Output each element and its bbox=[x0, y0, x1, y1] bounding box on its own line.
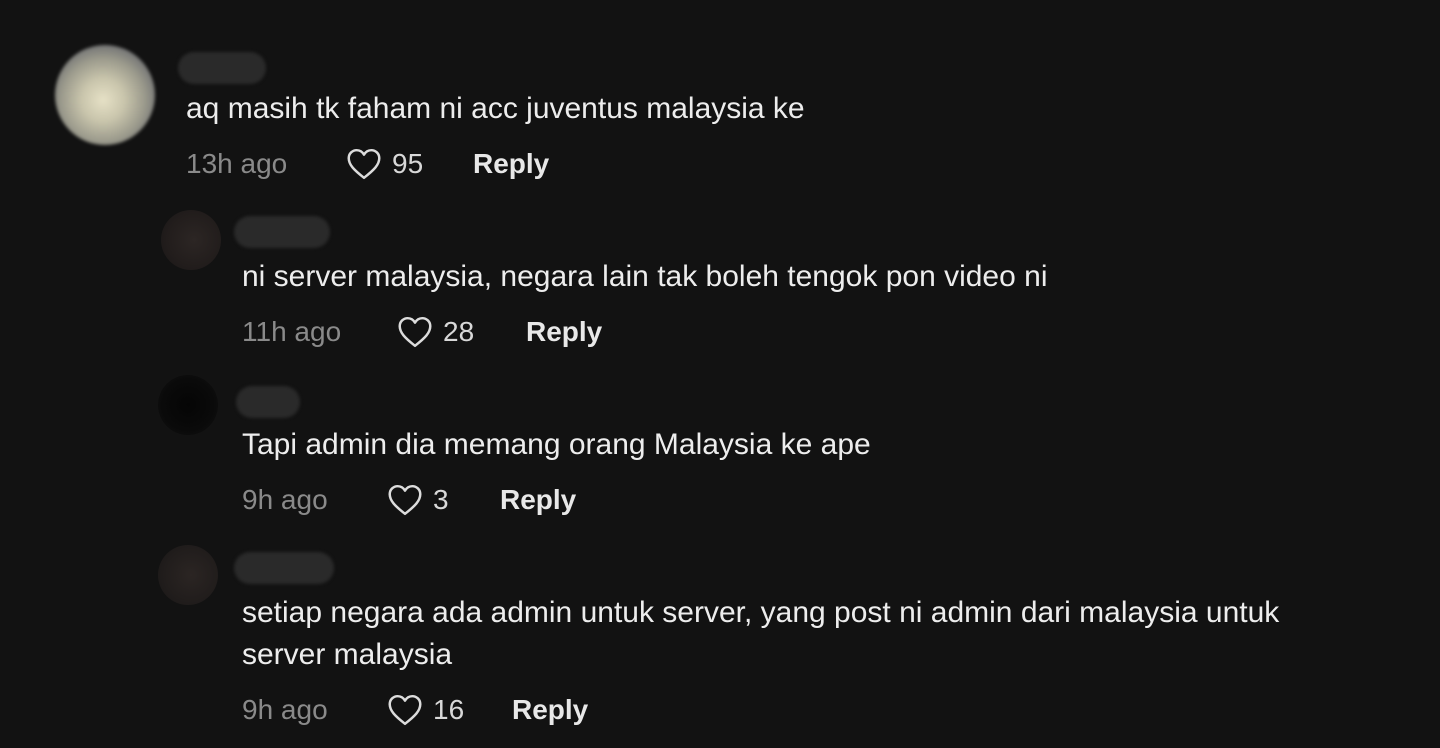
username-blurred[interactable] bbox=[234, 552, 334, 584]
comment-text: aq masih tk faham ni acc juventus malays… bbox=[186, 92, 805, 125]
comment-time: 9h ago bbox=[242, 484, 328, 515]
comment-text: ni server malaysia, negara lain tak bole… bbox=[242, 260, 1048, 293]
like-button[interactable]: 3 bbox=[387, 480, 449, 520]
avatar[interactable] bbox=[158, 545, 218, 605]
reply-button[interactable]: Reply bbox=[500, 480, 576, 520]
like-count: 28 bbox=[443, 316, 475, 347]
username-blurred[interactable] bbox=[178, 52, 266, 84]
comment-time: 9h ago bbox=[242, 694, 328, 725]
comment-text: setiap negara ada admin untuk server, ya… bbox=[242, 596, 1280, 671]
like-button[interactable]: 95 bbox=[346, 144, 423, 184]
comment-meta: 11h ago 28 Reply bbox=[242, 312, 742, 352]
comment-meta: 9h ago 3 Reply bbox=[242, 480, 742, 520]
heart-icon bbox=[346, 148, 382, 180]
heart-icon bbox=[387, 694, 423, 726]
username-blurred[interactable] bbox=[234, 216, 330, 248]
like-button[interactable]: 16 bbox=[387, 690, 464, 730]
heart-icon bbox=[397, 316, 433, 348]
reply-button[interactable]: Reply bbox=[526, 312, 602, 352]
like-count: 16 bbox=[433, 694, 465, 725]
like-count: 95 bbox=[392, 148, 424, 179]
comment-meta: 9h ago 16 Reply bbox=[242, 690, 742, 730]
comment-time: 13h ago bbox=[186, 148, 288, 179]
comment-time: 11h ago bbox=[242, 316, 342, 347]
comment-text: Tapi admin dia memang orang Malaysia ke … bbox=[242, 428, 871, 461]
avatar[interactable] bbox=[158, 375, 218, 435]
avatar[interactable] bbox=[161, 210, 221, 270]
username-blurred[interactable] bbox=[236, 386, 300, 418]
like-count: 3 bbox=[433, 484, 449, 515]
heart-icon bbox=[387, 484, 423, 516]
avatar[interactable] bbox=[55, 45, 155, 145]
reply-button[interactable]: Reply bbox=[512, 690, 588, 730]
like-button[interactable]: 28 bbox=[397, 312, 474, 352]
reply-button[interactable]: Reply bbox=[473, 144, 549, 184]
comment-meta: 13h ago 95 Reply bbox=[186, 144, 686, 184]
